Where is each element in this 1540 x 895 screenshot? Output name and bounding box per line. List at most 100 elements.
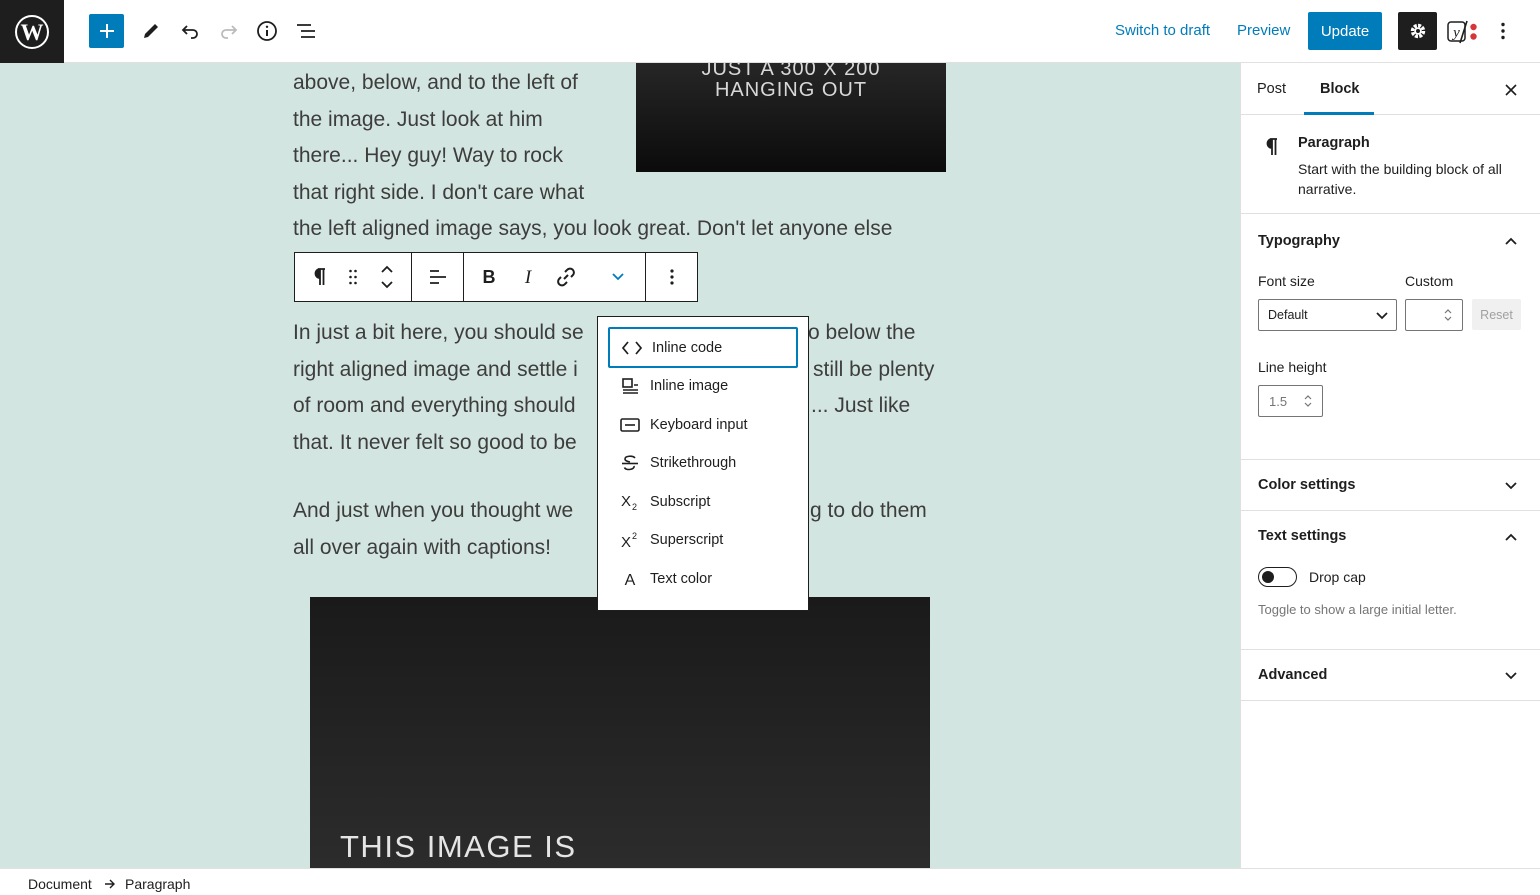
- color-settings-panel[interactable]: Color settings: [1241, 460, 1540, 511]
- paragraph-line[interactable]: right aligned image and settle i: [293, 352, 578, 389]
- paragraph-line[interactable]: ... Just like: [811, 388, 910, 425]
- paragraph-line[interactable]: the image. Just look at him: [293, 102, 543, 139]
- drag-handle[interactable]: [343, 253, 363, 301]
- menu-item-label: Inline image: [650, 378, 729, 395]
- yoast-icon: y: [1447, 20, 1477, 44]
- chevron-down-icon[interactable]: [380, 280, 394, 290]
- align-button[interactable]: [412, 253, 463, 301]
- redo-button[interactable]: [211, 13, 247, 49]
- advanced-toggle[interactable]: [1500, 665, 1522, 687]
- color-settings-toggle[interactable]: [1500, 475, 1522, 497]
- redo-icon: [221, 25, 238, 39]
- font-size-select[interactable]: Default: [1258, 299, 1397, 331]
- custom-size-label: Custom: [1405, 273, 1454, 289]
- line-height-value: 1.5: [1269, 394, 1288, 409]
- line-height-input[interactable]: 1.5: [1258, 385, 1323, 417]
- advanced-title[interactable]: Advanced: [1258, 667, 1327, 683]
- paragraph-line[interactable]: And just when you thought we: [293, 493, 573, 530]
- sidebar-tabs: Post Block: [1241, 63, 1540, 115]
- details-button[interactable]: [249, 13, 285, 49]
- tab-block[interactable]: Block: [1320, 81, 1360, 97]
- close-icon: [1505, 84, 1517, 96]
- undo-icon: [181, 25, 198, 39]
- menu-item-superscript[interactable]: X2 Superscript: [608, 521, 798, 560]
- spinner-arrows-icon[interactable]: [1304, 394, 1312, 408]
- link-button[interactable]: [542, 253, 592, 301]
- svg-text:B: B: [482, 268, 495, 286]
- move-block-buttons[interactable]: [363, 253, 411, 301]
- chevron-up-icon: [1505, 237, 1517, 245]
- chevron-down-icon: [1505, 672, 1517, 680]
- menu-item-inline-image[interactable]: Inline image: [608, 367, 798, 406]
- paragraph-line[interactable]: In just a bit here, you should se: [293, 315, 584, 352]
- wordpress-logo-button[interactable]: W: [0, 0, 64, 63]
- close-sidebar-button[interactable]: [1500, 79, 1522, 101]
- gear-icon: [1410, 23, 1425, 39]
- options-menu-button[interactable]: [1492, 14, 1514, 48]
- line-height-label: Line height: [1258, 359, 1327, 375]
- block-type-button[interactable]: [295, 253, 343, 301]
- paragraph-line[interactable]: above, below, and to the left of: [293, 65, 578, 102]
- drag-handle-icon: [349, 269, 357, 285]
- tools-button[interactable]: [133, 13, 169, 49]
- editor-canvas[interactable]: JUST A 300 X 200 HANGING OUT above, belo…: [0, 63, 1240, 868]
- paragraph-line[interactable]: that right side. I don't care what: [293, 175, 584, 212]
- right-aligned-image[interactable]: JUST A 300 X 200 HANGING OUT: [636, 63, 946, 172]
- menu-item-keyboard-input[interactable]: Keyboard input: [608, 406, 798, 445]
- typography-panel-title[interactable]: Typography: [1258, 233, 1340, 249]
- superscript-icon: X2: [610, 530, 650, 550]
- chevron-down-icon: [1376, 312, 1388, 320]
- spinner-arrows-icon[interactable]: [1444, 308, 1452, 322]
- switch-to-draft-button[interactable]: Switch to draft: [1115, 22, 1210, 39]
- update-button[interactable]: Update: [1308, 12, 1382, 50]
- menu-item-inline-code[interactable]: Inline code: [608, 327, 798, 368]
- paragraph-line[interactable]: all over again with captions!: [293, 530, 551, 567]
- font-size-select-value: Default: [1268, 308, 1308, 322]
- typography-panel: Typography: [1241, 214, 1540, 460]
- paragraph-line[interactable]: of room and everything should: [293, 388, 576, 425]
- more-formats-menu: Inline code Inline image Keyboard input …: [597, 316, 809, 611]
- drop-cap-toggle[interactable]: [1258, 567, 1297, 587]
- settings-button[interactable]: [1398, 12, 1437, 50]
- add-block-button[interactable]: [89, 14, 124, 48]
- reset-font-size-button[interactable]: Reset: [1472, 299, 1521, 330]
- paragraph-line[interactable]: that. It never felt so good to be: [293, 425, 577, 462]
- italic-button[interactable]: I: [514, 253, 542, 301]
- menu-item-subscript[interactable]: X2 Subscript: [608, 483, 798, 522]
- advanced-panel[interactable]: Advanced: [1241, 650, 1540, 701]
- menu-item-strikethrough[interactable]: Strikethrough: [608, 444, 798, 483]
- more-formats-button[interactable]: [591, 253, 645, 301]
- text-color-icon: A: [610, 570, 650, 588]
- block-options-button[interactable]: [646, 253, 697, 301]
- paragraph-line[interactable]: the left aligned image says, you look gr…: [293, 211, 892, 248]
- text-settings-toggle[interactable]: [1500, 526, 1522, 548]
- menu-item-text-color[interactable]: A Text color: [608, 560, 798, 599]
- typography-toggle[interactable]: [1500, 230, 1522, 252]
- tab-post[interactable]: Post: [1257, 81, 1286, 97]
- bold-button[interactable]: B: [464, 253, 514, 301]
- block-breadcrumb-bar: Document Paragraph: [0, 868, 1540, 895]
- paragraph-icon: [1266, 138, 1277, 155]
- font-size-label: Font size: [1258, 273, 1315, 289]
- paragraph-line[interactable]: there... Hey guy! Way to rock: [293, 138, 563, 175]
- block-card: Paragraph Start with the building block …: [1241, 115, 1540, 214]
- list-view-button[interactable]: [288, 13, 324, 49]
- preview-button[interactable]: Preview: [1237, 22, 1290, 39]
- paragraph-line[interactable]: g to do them: [810, 493, 927, 530]
- breadcrumb-paragraph[interactable]: Paragraph: [125, 876, 190, 892]
- settings-sidebar: Post Block Paragraph Start with the buil…: [1240, 63, 1540, 868]
- chevron-up-icon: [1505, 533, 1517, 541]
- color-settings-title[interactable]: Color settings: [1258, 477, 1355, 493]
- breadcrumb-document[interactable]: Document: [28, 876, 92, 892]
- yoast-seo-button[interactable]: y: [1446, 19, 1478, 45]
- chevron-up-icon[interactable]: [380, 264, 394, 274]
- undo-button[interactable]: [172, 13, 208, 49]
- custom-font-size-input[interactable]: [1405, 299, 1463, 331]
- chevron-down-icon: [612, 273, 624, 281]
- full-width-image[interactable]: THIS IMAGE IS: [310, 597, 930, 868]
- paragraph-line[interactable]: o below the: [808, 315, 915, 352]
- paragraph-line[interactable]: still be plenty: [813, 352, 934, 389]
- text-settings-title[interactable]: Text settings: [1258, 528, 1346, 544]
- menu-item-label: Text color: [650, 570, 713, 587]
- plus-icon: [99, 24, 114, 38]
